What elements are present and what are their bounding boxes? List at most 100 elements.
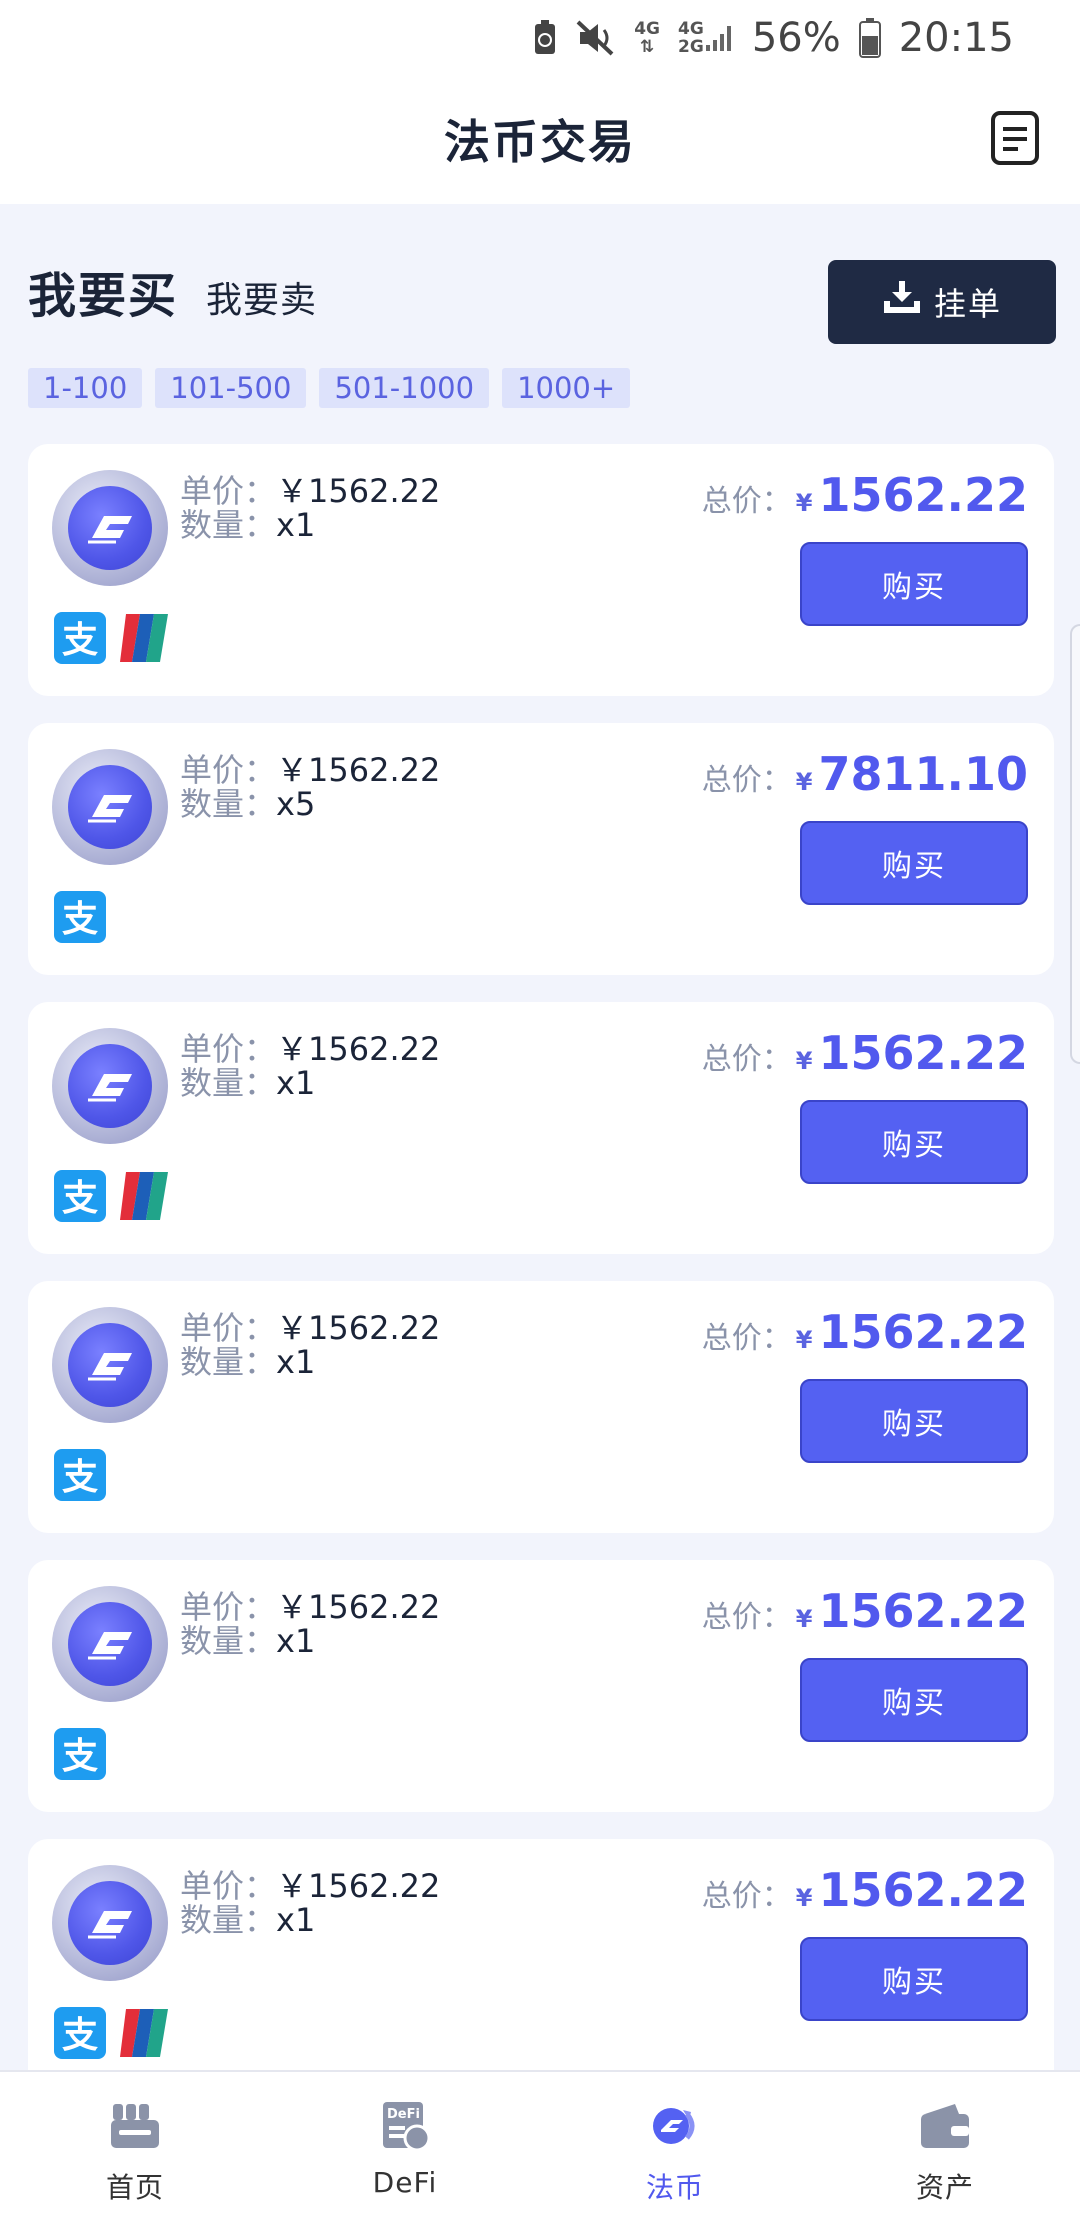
- signal-icon: 4G 2G: [678, 20, 734, 56]
- coin-icon: [52, 749, 168, 865]
- listing-card: 单价：￥1562.22 数量：x1 支总价： ¥1562.22 购买: [28, 1002, 1054, 1254]
- quantity: 数量：x1: [180, 500, 315, 546]
- buy-button[interactable]: 购买: [800, 821, 1028, 905]
- total-price: 总价： ¥1562.22: [702, 1305, 1028, 1359]
- total-price: 总价： ¥1562.22: [702, 1584, 1028, 1638]
- quantity-label: 数量：: [180, 1622, 277, 1660]
- total-amount: 7811.10: [818, 747, 1028, 801]
- tab-sell[interactable]: 我要卖: [206, 271, 317, 323]
- nav-item-defi[interactable]: DeFi DeFi: [270, 2072, 540, 2220]
- alipay-icon: 支: [54, 2007, 106, 2059]
- payment-methods: 支: [54, 1170, 170, 1222]
- defi-icon: DeFi: [377, 2098, 433, 2154]
- svg-text:支: 支: [62, 2015, 98, 2056]
- coin-icon: [52, 1028, 168, 1144]
- page-title: 法币交易: [444, 115, 636, 169]
- network-label: 4G: [678, 19, 704, 39]
- quantity: 数量：x1: [180, 1337, 315, 1383]
- currency-symbol: ¥: [795, 489, 813, 517]
- quantity: 数量：x1: [180, 1616, 315, 1662]
- payment-methods: 支: [54, 1728, 106, 1780]
- battery-percent: 56%: [751, 15, 841, 61]
- home-icon: [107, 2098, 163, 2154]
- coin-icon: [52, 1865, 168, 1981]
- total-price: 总价： ¥1562.22: [702, 468, 1028, 522]
- total-label: 总价：: [701, 763, 792, 798]
- payment-methods: 支: [54, 1449, 106, 1501]
- wallet-icon: [917, 2098, 973, 2154]
- nav-item-home[interactable]: 首页: [0, 2072, 270, 2220]
- total-label: 总价：: [701, 484, 792, 519]
- filter-chip[interactable]: 101-500: [155, 368, 307, 408]
- svg-text:DeFi: DeFi: [387, 2107, 420, 2122]
- recycle-icon: [532, 20, 558, 56]
- tab-buy[interactable]: 我要买: [28, 256, 178, 326]
- mode-tabs: 我要买 我要卖: [28, 256, 317, 326]
- buy-button[interactable]: 购买: [800, 1100, 1028, 1184]
- unionpay-icon: [118, 2007, 170, 2059]
- currency-symbol: ¥: [795, 1884, 813, 1912]
- clock: 20:15: [898, 15, 1014, 61]
- listing-card: 单价：￥1562.22 数量：x5 支总价： ¥7811.10 购买: [28, 723, 1054, 975]
- total-label: 总价：: [701, 1042, 792, 1077]
- nav-label: 法币: [645, 2171, 704, 2204]
- total-label: 总价：: [701, 1600, 792, 1635]
- fiat-icon: [647, 2098, 703, 2154]
- mute-icon: [576, 20, 616, 56]
- nav-item-fiat[interactable]: 法币: [540, 2072, 810, 2220]
- scroll-handle[interactable]: [1070, 624, 1080, 1064]
- filter-chip[interactable]: 1000+: [502, 368, 631, 408]
- buy-button[interactable]: 购买: [800, 1658, 1028, 1742]
- listing-card: 单价：￥1562.22 数量：x1 支总价： ¥1562.22 购买: [28, 1839, 1054, 2091]
- orders-list-icon[interactable]: [990, 110, 1040, 166]
- post-order-label: 挂单: [933, 285, 1002, 323]
- nav-label: 资产: [915, 2171, 974, 2204]
- payment-methods: 支: [54, 891, 106, 943]
- total-amount: 1562.22: [818, 1305, 1028, 1359]
- battery-icon: [858, 18, 881, 58]
- currency-symbol: ¥: [795, 1326, 813, 1354]
- filter-chip[interactable]: 501-1000: [319, 368, 490, 408]
- quantity-label: 数量：: [180, 506, 277, 544]
- svg-text:支: 支: [62, 620, 98, 661]
- quantity-value: x1: [276, 1901, 316, 1939]
- listing-card: 单价：￥1562.22 数量：x1 支总价： ¥1562.22 购买: [28, 1281, 1054, 1533]
- network-label: 2G: [678, 37, 704, 57]
- status-bar: 4G ⇅ 4G 2G 56% 20:15: [0, 0, 1080, 76]
- alipay-icon: 支: [54, 1728, 106, 1780]
- quantity-value: x5: [276, 785, 316, 823]
- alipay-icon: 支: [54, 612, 106, 664]
- svg-text:支: 支: [62, 1736, 98, 1777]
- currency-symbol: ¥: [795, 1605, 813, 1633]
- quantity-value: x1: [276, 1064, 316, 1102]
- currency-symbol: ¥: [795, 1047, 813, 1075]
- post-order-button[interactable]: 挂单: [828, 260, 1056, 344]
- listing-card: 单价：￥1562.22 数量：x1 支总价： ¥1562.22 购买: [28, 1560, 1054, 1812]
- alipay-icon: 支: [54, 1170, 106, 1222]
- total-label: 总价：: [701, 1879, 792, 1914]
- currency-symbol: ¥: [795, 768, 813, 796]
- total-price: 总价： ¥1562.22: [702, 1026, 1028, 1080]
- quantity: 数量：x1: [180, 1895, 315, 1941]
- network-4g-icon: 4G ⇅: [634, 19, 661, 57]
- amount-filters: 1-100 101-500 501-1000 1000+: [28, 368, 631, 408]
- network-label: 4G: [634, 19, 661, 39]
- nav-label: DeFi: [372, 2166, 438, 2199]
- quantity-label: 数量：: [180, 1343, 277, 1381]
- quantity: 数量：x5: [180, 779, 315, 825]
- filter-chip[interactable]: 1-100: [28, 368, 143, 408]
- nav-item-assets[interactable]: 资产: [810, 2072, 1080, 2220]
- total-label: 总价：: [701, 1321, 792, 1356]
- coin-icon: [52, 1307, 168, 1423]
- buy-button[interactable]: 购买: [800, 1937, 1028, 2021]
- total-price: 总价： ¥7811.10: [702, 747, 1028, 801]
- buy-button[interactable]: 购买: [800, 542, 1028, 626]
- bottom-nav: 首页 DeFi DeFi 法币 资产: [0, 2070, 1080, 2220]
- quantity-label: 数量：: [180, 785, 277, 823]
- quantity: 数量：x1: [180, 1058, 315, 1104]
- buy-button[interactable]: 购买: [800, 1379, 1028, 1463]
- svg-text:支: 支: [62, 1178, 98, 1219]
- quantity-label: 数量：: [180, 1064, 277, 1102]
- payment-methods: 支: [54, 2007, 170, 2059]
- alipay-icon: 支: [54, 1449, 106, 1501]
